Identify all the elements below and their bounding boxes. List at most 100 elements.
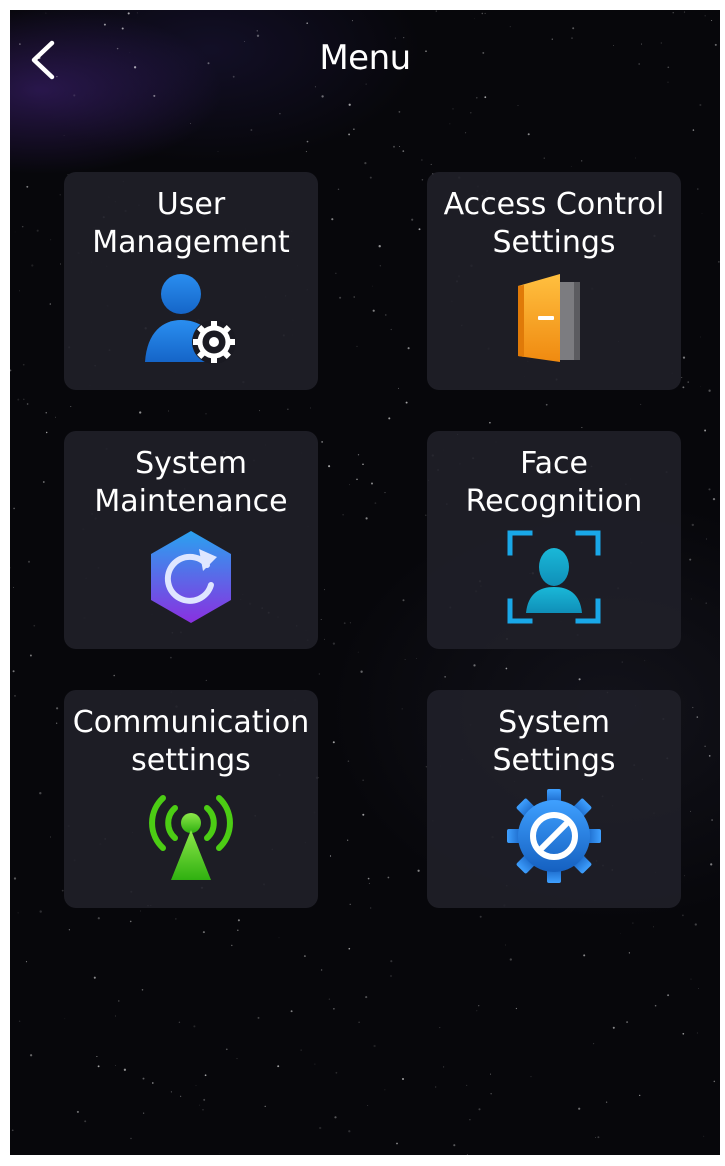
menu-tile-access-control-settings[interactable]: Access Control Settings — [427, 172, 681, 390]
star — [54, 416, 57, 418]
menu-tile-user-management[interactable]: User Management — [64, 172, 318, 390]
star — [329, 855, 332, 857]
star — [578, 678, 581, 681]
star — [490, 1093, 492, 1095]
star — [178, 1021, 181, 1024]
star — [356, 345, 358, 347]
star — [372, 309, 375, 312]
star — [193, 1025, 196, 1028]
star — [204, 1074, 207, 1077]
star — [205, 679, 207, 681]
star — [640, 403, 642, 405]
star — [320, 969, 323, 971]
star — [332, 741, 335, 744]
star — [370, 907, 372, 909]
star — [123, 1068, 127, 1071]
star — [26, 185, 29, 188]
star — [365, 517, 368, 520]
star — [402, 150, 405, 152]
star — [632, 922, 634, 924]
star — [11, 1129, 14, 1132]
star — [505, 667, 508, 670]
star — [620, 933, 621, 934]
star — [713, 1080, 716, 1083]
star — [56, 707, 59, 710]
star — [687, 381, 689, 383]
star — [318, 673, 320, 675]
star — [29, 1054, 33, 1057]
star — [653, 926, 654, 928]
star — [682, 1032, 685, 1035]
star — [18, 1020, 21, 1023]
star — [444, 676, 446, 678]
star — [708, 755, 711, 757]
star — [236, 1058, 238, 1060]
star — [237, 919, 240, 922]
menu-tile-system-maintenance[interactable]: System Maintenance — [64, 431, 318, 649]
star — [694, 923, 697, 926]
star — [387, 876, 390, 879]
star — [17, 398, 20, 401]
star — [333, 1007, 335, 1010]
star — [339, 296, 342, 299]
star — [93, 976, 96, 979]
star — [701, 213, 703, 214]
star — [397, 387, 399, 389]
star — [489, 421, 491, 424]
star — [379, 265, 381, 267]
star — [59, 194, 61, 196]
star — [698, 988, 699, 989]
star — [367, 877, 370, 880]
star — [362, 779, 364, 781]
star — [39, 792, 42, 795]
star — [371, 285, 373, 287]
menu-tile-system-settings[interactable]: System Settings — [427, 690, 681, 908]
star — [337, 188, 340, 191]
star — [689, 558, 692, 561]
star — [357, 454, 360, 456]
tile-label: Communication settings — [72, 705, 310, 778]
star — [690, 598, 692, 600]
star — [14, 695, 16, 697]
star — [259, 410, 261, 412]
tile-label: User Management — [92, 187, 290, 260]
star — [385, 314, 387, 316]
star — [305, 151, 307, 153]
star — [356, 478, 358, 481]
star — [96, 1055, 98, 1058]
star — [682, 386, 685, 389]
star — [33, 624, 36, 627]
menu-tile-communication-settings[interactable]: Communication settings — [64, 690, 318, 908]
star — [362, 813, 365, 816]
star — [706, 538, 707, 540]
star — [151, 1082, 154, 1084]
star — [530, 1076, 532, 1078]
star — [416, 658, 417, 660]
star — [374, 502, 377, 504]
star — [708, 488, 711, 491]
star — [50, 239, 52, 241]
face-scan-icon — [504, 527, 604, 627]
tile-label: System Maintenance — [94, 446, 288, 519]
star — [349, 622, 351, 624]
star — [180, 1095, 182, 1097]
star — [45, 412, 47, 414]
star — [621, 661, 623, 663]
star — [218, 1153, 220, 1154]
star — [509, 958, 512, 961]
star — [139, 411, 142, 414]
star — [39, 910, 42, 913]
star — [654, 1004, 657, 1007]
star — [393, 145, 395, 148]
user-gear-icon — [141, 268, 241, 368]
star — [287, 408, 289, 410]
star — [466, 1153, 468, 1155]
star — [369, 176, 372, 179]
star — [143, 1112, 145, 1114]
star — [360, 670, 363, 673]
star — [25, 961, 28, 963]
star — [190, 123, 191, 124]
star — [349, 903, 351, 905]
menu-tile-face-recognition[interactable]: Face Recognition — [427, 431, 681, 649]
star — [170, 656, 172, 659]
